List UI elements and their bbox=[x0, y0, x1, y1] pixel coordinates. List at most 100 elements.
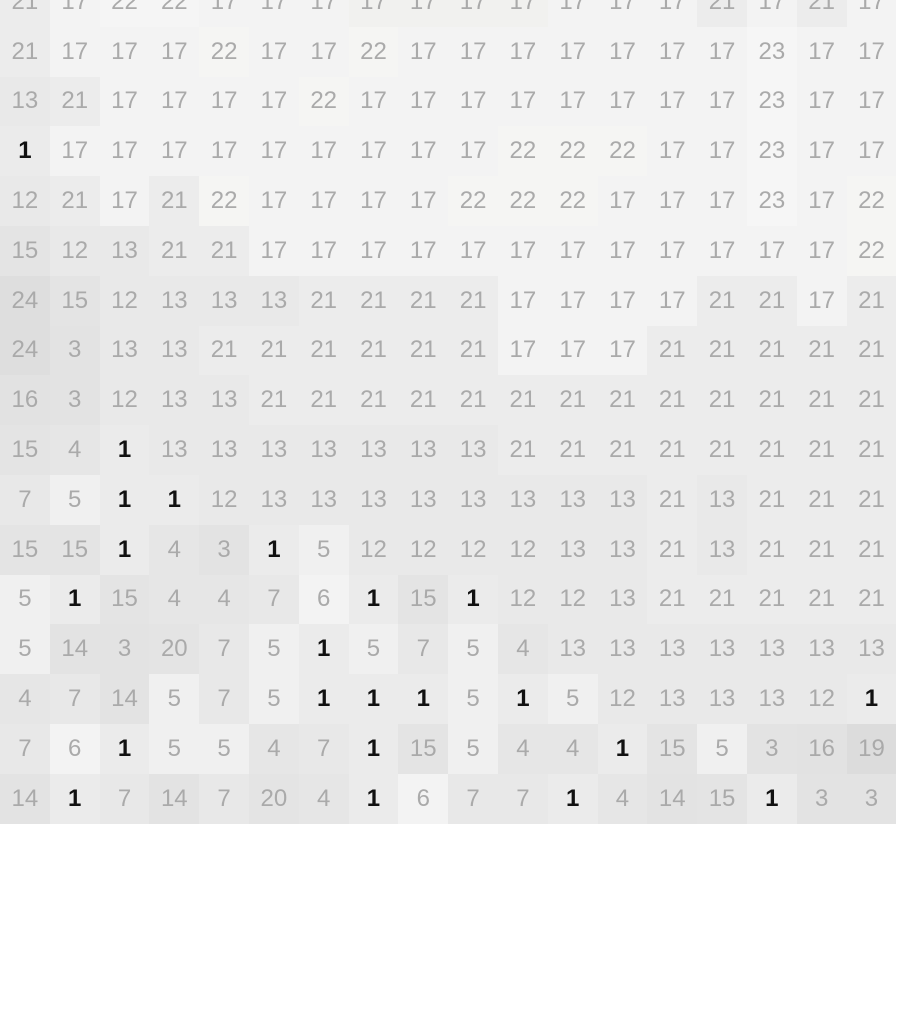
grid-cell[interactable]: 17 bbox=[647, 275, 698, 326]
grid-cell[interactable]: 22 bbox=[497, 176, 548, 226]
grid-cell[interactable]: 6 bbox=[398, 773, 449, 824]
grid-cell[interactable]: 17 bbox=[149, 126, 200, 177]
grid-cell[interactable]: 13 bbox=[298, 425, 349, 475]
grid-cell[interactable]: 5 bbox=[248, 674, 299, 724]
grid-cell[interactable]: 22 bbox=[199, 176, 249, 226]
grid-cell[interactable]: 17 bbox=[547, 325, 598, 376]
grid-cell[interactable]: 3 bbox=[49, 325, 100, 376]
grid-cell[interactable]: 21 bbox=[746, 474, 797, 525]
grid-cell[interactable]: 13 bbox=[248, 425, 299, 475]
grid-cell[interactable]: 5 bbox=[697, 723, 747, 774]
grid-cell[interactable]: 13 bbox=[99, 225, 150, 276]
grid-cell[interactable]: 17 bbox=[448, 76, 498, 127]
grid-cell[interactable]: 21 bbox=[796, 524, 847, 575]
grid-cell[interactable]: 21 bbox=[846, 574, 897, 625]
grid-cell[interactable]: 1 bbox=[99, 425, 150, 475]
grid-cell[interactable]: 17 bbox=[448, 225, 498, 276]
grid-cell[interactable]: 21 bbox=[647, 474, 698, 525]
grid-cell[interactable]: 7 bbox=[497, 773, 548, 824]
grid-cell[interactable]: 20 bbox=[149, 624, 200, 675]
grid-cell[interactable]: 15 bbox=[0, 225, 50, 276]
grid-cell[interactable]: 21 bbox=[697, 0, 747, 27]
grid-cell[interactable]: 5 bbox=[547, 674, 598, 724]
grid-cell[interactable]: 17 bbox=[647, 26, 698, 77]
grid-cell[interactable]: 15 bbox=[99, 574, 150, 625]
grid-cell[interactable]: 13 bbox=[697, 524, 747, 575]
grid-cell[interactable]: 17 bbox=[348, 76, 399, 127]
grid-cell[interactable]: 13 bbox=[597, 524, 648, 575]
grid-cell[interactable]: 22 bbox=[99, 0, 150, 27]
grid-cell[interactable]: 5 bbox=[0, 574, 50, 625]
grid-cell[interactable]: 13 bbox=[248, 275, 299, 326]
grid-cell[interactable]: 13 bbox=[647, 624, 698, 675]
grid-cell[interactable]: 15 bbox=[647, 723, 698, 774]
grid-cell[interactable]: 5 bbox=[248, 624, 299, 675]
grid-cell[interactable]: 13 bbox=[697, 624, 747, 675]
grid-cell[interactable]: 12 bbox=[99, 275, 150, 326]
grid-cell[interactable]: 14 bbox=[0, 773, 50, 824]
grid-cell[interactable]: 22 bbox=[199, 26, 249, 77]
grid-cell[interactable]: 17 bbox=[497, 26, 548, 77]
grid-cell[interactable]: 13 bbox=[149, 375, 200, 426]
grid-cell[interactable]: 1 bbox=[497, 674, 548, 724]
grid-cell[interactable]: 13 bbox=[746, 624, 797, 675]
grid-cell[interactable]: 5 bbox=[149, 723, 200, 774]
grid-cell[interactable]: 1 bbox=[298, 674, 349, 724]
grid-cell[interactable]: 1 bbox=[348, 674, 399, 724]
grid-cell[interactable]: 21 bbox=[796, 0, 847, 27]
grid-cell[interactable]: 6 bbox=[49, 723, 100, 774]
grid-cell[interactable]: 21 bbox=[796, 574, 847, 625]
grid-cell[interactable]: 3 bbox=[746, 723, 797, 774]
grid-cell[interactable]: 17 bbox=[199, 76, 249, 127]
grid-cell[interactable]: 5 bbox=[448, 624, 498, 675]
grid-cell[interactable]: 1 bbox=[348, 723, 399, 774]
grid-cell[interactable]: 21 bbox=[746, 524, 797, 575]
grid-cell[interactable]: 17 bbox=[796, 126, 847, 177]
grid-cell[interactable]: 20 bbox=[248, 773, 299, 824]
grid-cell[interactable]: 21 bbox=[746, 375, 797, 426]
grid-cell[interactable]: 13 bbox=[547, 624, 598, 675]
grid-cell[interactable]: 17 bbox=[796, 176, 847, 226]
grid-cell[interactable]: 22 bbox=[497, 126, 548, 177]
grid-cell[interactable]: 21 bbox=[697, 375, 747, 426]
grid-cell[interactable]: 5 bbox=[49, 474, 100, 525]
grid-cell[interactable]: 17 bbox=[199, 0, 249, 27]
grid-cell[interactable]: 14 bbox=[49, 624, 100, 675]
grid-cell[interactable]: 21 bbox=[448, 275, 498, 326]
grid-cell[interactable]: 13 bbox=[149, 275, 200, 326]
grid-cell[interactable]: 17 bbox=[597, 26, 648, 77]
grid-cell[interactable]: 21 bbox=[348, 375, 399, 426]
grid-cell[interactable]: 21 bbox=[0, 26, 50, 77]
grid-cell[interactable]: 15 bbox=[697, 773, 747, 824]
grid-cell[interactable]: 17 bbox=[149, 76, 200, 127]
grid-cell[interactable]: 22 bbox=[149, 0, 200, 27]
grid-cell[interactable]: 1 bbox=[746, 773, 797, 824]
grid-cell[interactable]: 17 bbox=[697, 126, 747, 177]
grid-cell[interactable]: 21 bbox=[746, 425, 797, 475]
grid-cell[interactable]: 17 bbox=[199, 126, 249, 177]
grid-cell[interactable]: 4 bbox=[149, 524, 200, 575]
grid-cell[interactable]: 5 bbox=[448, 723, 498, 774]
grid-cell[interactable]: 21 bbox=[199, 225, 249, 276]
grid-cell[interactable]: 13 bbox=[597, 624, 648, 675]
grid-cell[interactable]: 16 bbox=[0, 375, 50, 426]
grid-cell[interactable]: 17 bbox=[99, 176, 150, 226]
grid-cell[interactable]: 7 bbox=[99, 773, 150, 824]
grid-cell[interactable]: 1 bbox=[846, 674, 897, 724]
grid-cell[interactable]: 13 bbox=[497, 474, 548, 525]
grid-cell[interactable]: 4 bbox=[497, 723, 548, 774]
grid-cell[interactable]: 17 bbox=[497, 225, 548, 276]
grid-cell[interactable]: 17 bbox=[647, 176, 698, 226]
grid-cell[interactable]: 1 bbox=[298, 624, 349, 675]
grid-cell[interactable]: 17 bbox=[348, 0, 399, 27]
grid-cell[interactable]: 17 bbox=[497, 325, 548, 376]
grid-cell[interactable]: 7 bbox=[248, 574, 299, 625]
grid-cell[interactable]: 21 bbox=[597, 375, 648, 426]
grid-cell[interactable]: 22 bbox=[448, 176, 498, 226]
grid-cell[interactable]: 1 bbox=[99, 474, 150, 525]
grid-cell[interactable]: 21 bbox=[746, 325, 797, 376]
grid-cell[interactable]: 21 bbox=[697, 275, 747, 326]
grid-cell[interactable]: 17 bbox=[846, 76, 897, 127]
grid-cell[interactable]: 21 bbox=[497, 425, 548, 475]
grid-cell[interactable]: 5 bbox=[298, 524, 349, 575]
